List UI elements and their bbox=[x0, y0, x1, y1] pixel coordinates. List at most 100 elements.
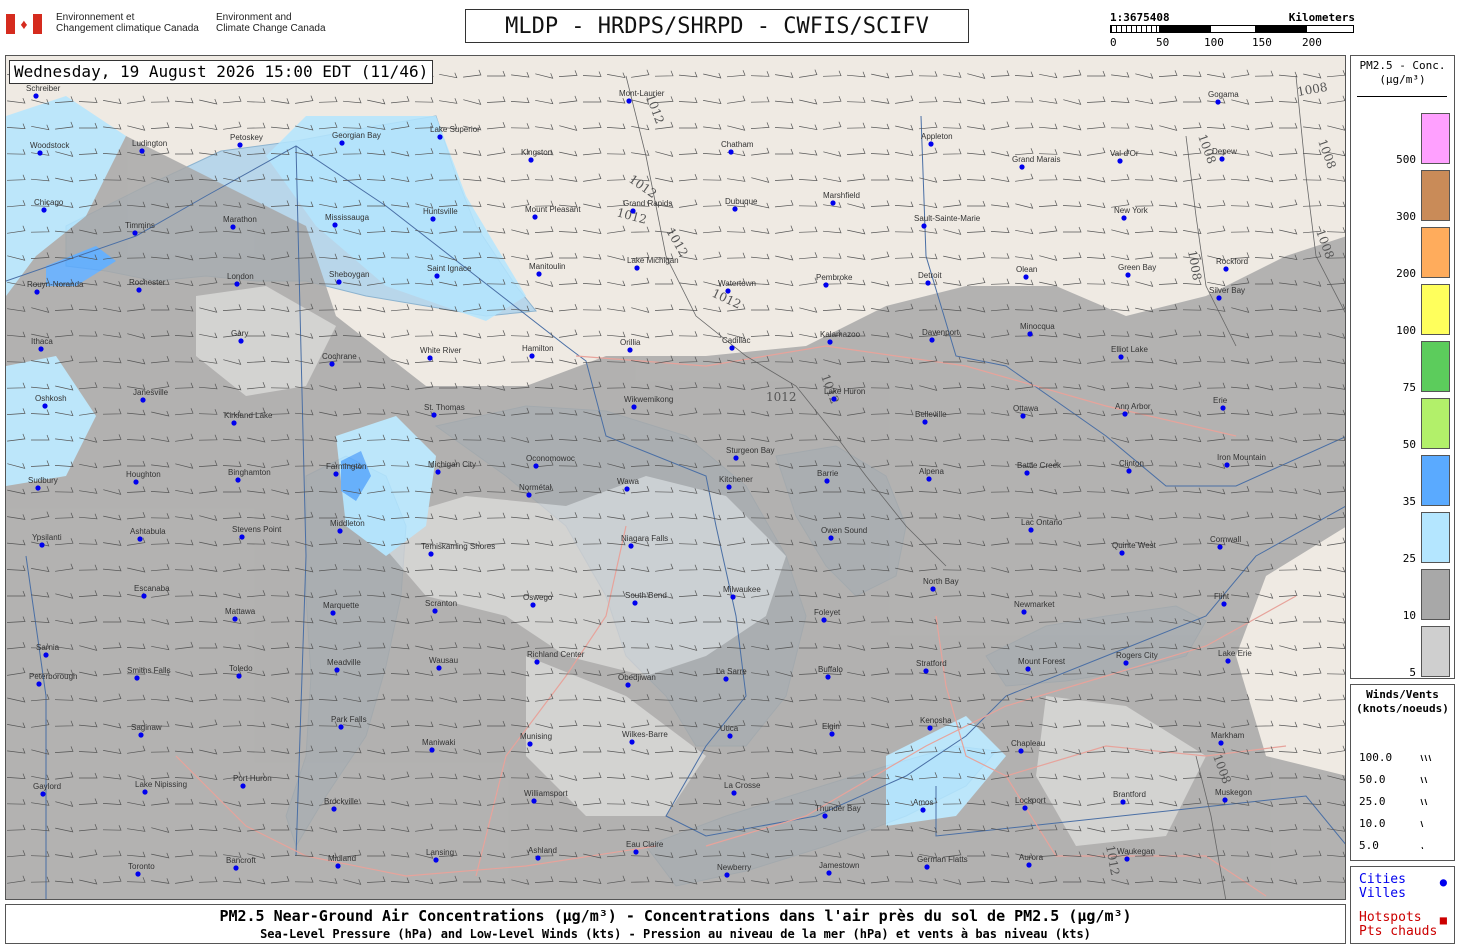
city-marker[interactable] bbox=[334, 667, 340, 673]
city-marker[interactable] bbox=[1026, 862, 1032, 868]
map-panel[interactable]: 1012 1012 1012 1012 1012 1012 1012 1008 … bbox=[5, 55, 1346, 900]
city-marker[interactable] bbox=[1119, 550, 1125, 556]
city-marker[interactable] bbox=[133, 479, 139, 485]
city-marker[interactable] bbox=[631, 404, 637, 410]
city-marker[interactable] bbox=[1125, 272, 1131, 278]
city-marker[interactable] bbox=[923, 668, 929, 674]
city-marker[interactable] bbox=[1123, 660, 1129, 666]
city-marker[interactable] bbox=[37, 150, 43, 156]
city-marker[interactable] bbox=[729, 345, 735, 351]
city-marker[interactable] bbox=[831, 396, 837, 402]
city-marker[interactable] bbox=[338, 724, 344, 730]
city-marker[interactable] bbox=[527, 741, 533, 747]
city-marker[interactable] bbox=[234, 281, 240, 287]
city-marker[interactable] bbox=[926, 476, 932, 482]
city-marker[interactable] bbox=[728, 149, 734, 155]
city-marker[interactable] bbox=[335, 863, 341, 869]
city-marker[interactable] bbox=[624, 486, 630, 492]
city-marker[interactable] bbox=[1216, 295, 1222, 301]
city-marker[interactable] bbox=[822, 813, 828, 819]
city-marker[interactable] bbox=[231, 420, 237, 426]
city-marker[interactable] bbox=[433, 857, 439, 863]
city-marker[interactable] bbox=[731, 790, 737, 796]
city-marker[interactable] bbox=[236, 673, 242, 679]
city-marker[interactable] bbox=[726, 484, 732, 490]
city-marker[interactable] bbox=[1124, 856, 1130, 862]
city-marker[interactable] bbox=[924, 864, 930, 870]
city-marker[interactable] bbox=[628, 543, 634, 549]
city-marker[interactable] bbox=[1024, 470, 1030, 476]
city-marker[interactable] bbox=[922, 419, 928, 425]
city-marker[interactable] bbox=[629, 739, 635, 745]
city-marker[interactable] bbox=[1121, 215, 1127, 221]
city-marker[interactable] bbox=[240, 783, 246, 789]
city-marker[interactable] bbox=[732, 206, 738, 212]
city-marker[interactable] bbox=[430, 216, 436, 222]
city-marker[interactable] bbox=[1217, 544, 1223, 550]
city-marker[interactable] bbox=[829, 731, 835, 737]
city-marker[interactable] bbox=[434, 273, 440, 279]
city-marker[interactable] bbox=[42, 403, 48, 409]
city-marker[interactable] bbox=[431, 412, 437, 418]
city-marker[interactable] bbox=[1126, 468, 1132, 474]
city-marker[interactable] bbox=[930, 586, 936, 592]
city-marker[interactable] bbox=[824, 478, 830, 484]
city-marker[interactable] bbox=[925, 280, 931, 286]
city-marker[interactable] bbox=[730, 594, 736, 600]
city-marker[interactable] bbox=[1219, 156, 1225, 162]
city-marker[interactable] bbox=[630, 208, 636, 214]
city-marker[interactable] bbox=[43, 652, 49, 658]
city-marker[interactable] bbox=[1215, 99, 1221, 105]
city-marker[interactable] bbox=[337, 528, 343, 534]
city-marker[interactable] bbox=[827, 339, 833, 345]
city-marker[interactable] bbox=[526, 492, 532, 498]
city-marker[interactable] bbox=[429, 747, 435, 753]
city-marker[interactable] bbox=[331, 806, 337, 812]
city-marker[interactable] bbox=[428, 551, 434, 557]
city-marker[interactable] bbox=[336, 279, 342, 285]
city-marker[interactable] bbox=[723, 676, 729, 682]
city-marker[interactable] bbox=[821, 617, 827, 623]
city-marker[interactable] bbox=[725, 288, 731, 294]
city-marker[interactable] bbox=[1220, 405, 1226, 411]
city-marker[interactable] bbox=[1223, 266, 1229, 272]
city-marker[interactable] bbox=[531, 798, 537, 804]
city-marker[interactable] bbox=[928, 141, 934, 147]
city-marker[interactable] bbox=[142, 789, 148, 795]
city-marker[interactable] bbox=[1019, 164, 1025, 170]
city-marker[interactable] bbox=[138, 732, 144, 738]
city-marker[interactable] bbox=[920, 807, 926, 813]
city-marker[interactable] bbox=[1118, 354, 1124, 360]
city-marker[interactable] bbox=[330, 610, 336, 616]
city-marker[interactable] bbox=[1021, 609, 1027, 615]
city-marker[interactable] bbox=[529, 353, 535, 359]
city-marker[interactable] bbox=[233, 865, 239, 871]
city-marker[interactable] bbox=[230, 224, 236, 230]
city-marker[interactable] bbox=[828, 535, 834, 541]
city-marker[interactable] bbox=[35, 485, 41, 491]
city-marker[interactable] bbox=[432, 608, 438, 614]
city-marker[interactable] bbox=[427, 355, 433, 361]
city-marker[interactable] bbox=[435, 469, 441, 475]
city-marker[interactable] bbox=[1023, 274, 1029, 280]
city-marker[interactable] bbox=[632, 600, 638, 606]
city-marker[interactable] bbox=[140, 397, 146, 403]
city-marker[interactable] bbox=[232, 616, 238, 622]
city-marker[interactable] bbox=[329, 361, 335, 367]
city-marker[interactable] bbox=[1028, 527, 1034, 533]
city-marker[interactable] bbox=[333, 471, 339, 477]
city-marker[interactable] bbox=[332, 222, 338, 228]
city-marker[interactable] bbox=[633, 849, 639, 855]
city-marker[interactable] bbox=[40, 791, 46, 797]
city-marker[interactable] bbox=[1117, 158, 1123, 164]
city-marker[interactable] bbox=[1221, 601, 1227, 607]
city-marker[interactable] bbox=[530, 602, 536, 608]
map-canvas[interactable]: 1012 1012 1012 1012 1012 1012 1012 1008 … bbox=[6, 56, 1346, 900]
city-marker[interactable] bbox=[33, 93, 39, 99]
city-marker[interactable] bbox=[533, 463, 539, 469]
city-marker[interactable] bbox=[627, 347, 633, 353]
city-marker[interactable] bbox=[528, 157, 534, 163]
city-marker[interactable] bbox=[1120, 799, 1126, 805]
city-marker[interactable] bbox=[634, 265, 640, 271]
city-marker[interactable] bbox=[1122, 411, 1128, 417]
